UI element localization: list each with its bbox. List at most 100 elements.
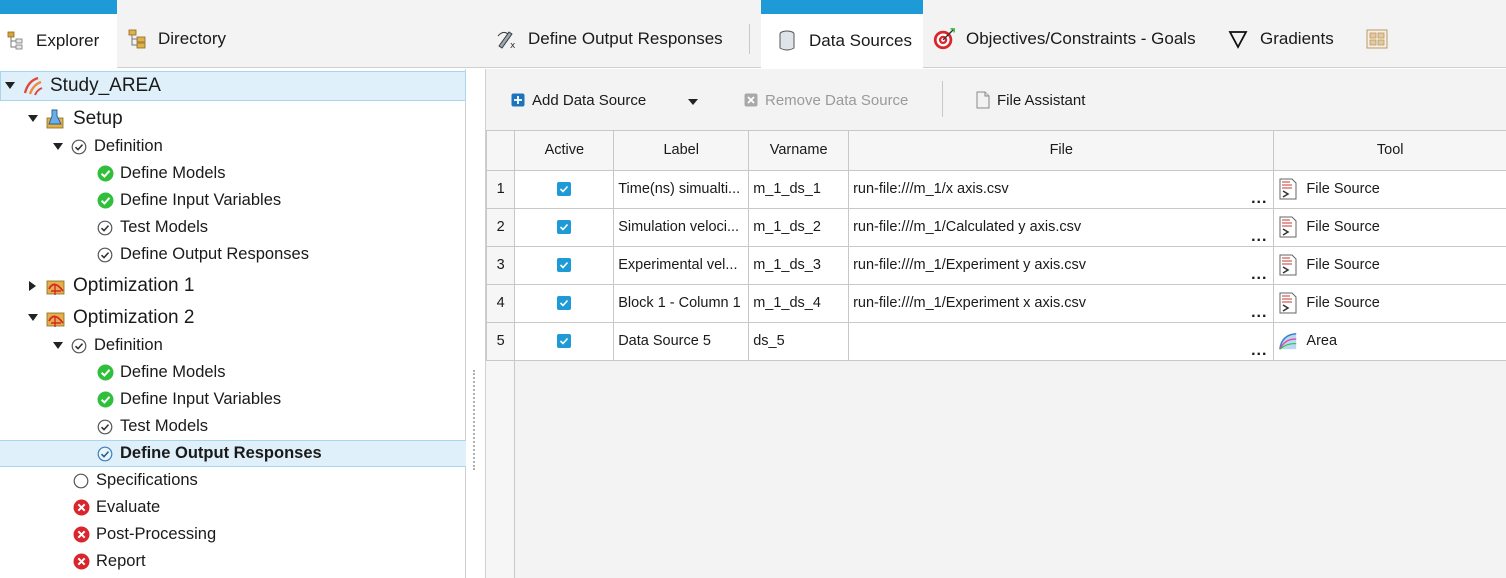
directory-icon: [128, 29, 148, 49]
expanded-triangle-icon[interactable]: [4, 80, 16, 92]
label-cell[interactable]: Time(ns) simualti...: [613, 170, 750, 209]
file-cell[interactable]: run-file:///m_1/Experiment y axis.csv...: [848, 246, 1275, 285]
panel-splitter-handle[interactable]: [473, 370, 477, 470]
tab-data-sources[interactable]: Data Sources: [761, 10, 923, 68]
tree-opt2-evaluate[interactable]: Evaluate: [0, 494, 466, 521]
varname-cell[interactable]: m_1_ds_3: [748, 246, 850, 285]
tree-optimization-2[interactable]: Optimization 2: [0, 303, 466, 333]
tree-setup-define-output-responses[interactable]: Define Output Responses: [0, 241, 466, 268]
tab-layout[interactable]: [1366, 10, 1396, 68]
browse-file-button[interactable]: ...: [1251, 266, 1267, 282]
expanded-triangle-icon[interactable]: [52, 141, 64, 153]
table-row[interactable]: 3 Experimental vel... m_1_ds_3 run-file:…: [487, 246, 1506, 285]
active-checkbox[interactable]: [557, 258, 572, 273]
add-data-source-button[interactable]: Add Data Source: [510, 89, 646, 111]
tree-setup-define-input-variables[interactable]: Define Input Variables: [0, 187, 466, 214]
data-sources-table: Active Label Varname File Tool 1 Time(ns…: [487, 131, 1506, 361]
add-data-source-dropdown[interactable]: [688, 89, 698, 111]
active-checkbox[interactable]: [557, 220, 572, 235]
column-header-varname[interactable]: Varname: [748, 131, 850, 171]
green-check-icon: [96, 165, 114, 183]
remove-data-source-button[interactable]: Remove Data Source: [743, 89, 908, 111]
red-error-icon: [72, 499, 90, 517]
table-row[interactable]: 4 Block 1 - Column 1 m_1_ds_4 run-file:/…: [487, 284, 1506, 323]
tree-opt2-definition[interactable]: Definition: [0, 332, 466, 359]
browse-file-button[interactable]: ...: [1251, 228, 1267, 244]
column-header-label[interactable]: Label: [613, 131, 750, 171]
row-number[interactable]: 4: [487, 284, 516, 323]
varname-cell[interactable]: m_1_ds_2: [748, 208, 850, 247]
table-row[interactable]: 1 Time(ns) simualti... m_1_ds_1 run-file…: [487, 170, 1506, 209]
row-number[interactable]: 2: [487, 208, 516, 247]
active-checkbox-cell[interactable]: [514, 284, 615, 323]
table-row[interactable]: 2 Simulation veloci... m_1_ds_2 run-file…: [487, 208, 1506, 247]
label-cell[interactable]: Simulation veloci...: [613, 208, 750, 247]
tree-setup-definition[interactable]: Definition: [0, 133, 466, 160]
tree-opt2-report[interactable]: Report: [0, 548, 466, 575]
tree-opt2-define-output-responses[interactable]: Define Output Responses: [0, 440, 466, 467]
column-header-active[interactable]: Active: [514, 131, 615, 171]
expanded-triangle-icon[interactable]: [27, 113, 39, 125]
tab-explorer[interactable]: Explorer: [0, 10, 117, 68]
file-cell[interactable]: run-file:///m_1/Calculated y axis.csv...: [848, 208, 1275, 247]
tree-optimization-1-label: Optimization 1: [73, 275, 195, 296]
data-sources-panel: Add Data Source Remove Data Source File …: [485, 69, 1506, 578]
tab-gradients[interactable]: Gradients: [1226, 10, 1346, 68]
tool-cell[interactable]: File Source: [1273, 284, 1506, 323]
expanded-triangle-icon[interactable]: [27, 312, 39, 324]
tool-cell[interactable]: File Source: [1273, 208, 1506, 247]
file-cell[interactable]: run-file:///m_1/x axis.csv...: [848, 170, 1275, 209]
tree-setup-define-models[interactable]: Define Models: [0, 160, 466, 187]
file-cell[interactable]: run-file:///m_1/Experiment x axis.csv...: [848, 284, 1275, 323]
empty-circle-icon: [72, 472, 90, 490]
tree-setup-test-models[interactable]: Test Models: [0, 214, 466, 241]
column-header-tool[interactable]: Tool: [1273, 131, 1506, 171]
row-number[interactable]: 5: [487, 322, 516, 361]
file-assistant-button[interactable]: File Assistant: [975, 89, 1085, 111]
collapsed-triangle-icon[interactable]: [27, 280, 39, 292]
tree-root-study[interactable]: Study_AREA: [0, 71, 466, 101]
active-checkbox-cell[interactable]: [514, 208, 615, 247]
file-cell[interactable]: ...: [848, 322, 1275, 361]
varname-cell[interactable]: m_1_ds_1: [748, 170, 850, 209]
green-check-icon: [96, 192, 114, 210]
active-checkbox[interactable]: [557, 182, 572, 197]
browse-file-button[interactable]: ...: [1251, 304, 1267, 320]
table-row[interactable]: 5 Data Source 5 ds_5 ... Area: [487, 322, 1506, 361]
tree-opt2-specifications[interactable]: Specifications: [0, 467, 466, 494]
tree-setup[interactable]: Setup: [0, 104, 466, 134]
label-cell[interactable]: Data Source 5: [613, 322, 750, 361]
active-checkbox[interactable]: [557, 296, 572, 311]
tool-cell[interactable]: File Source: [1273, 170, 1506, 209]
varname-cell[interactable]: ds_5: [748, 322, 850, 361]
tree-opt2-define-input-variables[interactable]: Define Input Variables: [0, 386, 466, 413]
active-checkbox-cell[interactable]: [514, 246, 615, 285]
add-data-source-label: Add Data Source: [532, 91, 647, 109]
tree-opt2-define-models[interactable]: Define Models: [0, 359, 466, 386]
tree-optimization-1[interactable]: Optimization 1: [0, 271, 466, 301]
tree-opt2-test-models[interactable]: Test Models: [0, 413, 466, 440]
tool-cell[interactable]: File Source: [1273, 246, 1506, 285]
tool-cell[interactable]: Area: [1273, 322, 1506, 361]
active-checkbox-cell[interactable]: [514, 322, 615, 361]
remove-icon: [743, 92, 759, 108]
active-checkbox[interactable]: [557, 334, 572, 349]
browse-file-button[interactable]: ...: [1251, 190, 1267, 206]
tab-directory[interactable]: Directory: [128, 10, 258, 68]
tab-define-output-responses[interactable]: x Define Output Responses: [494, 10, 754, 68]
active-checkbox-cell[interactable]: [514, 170, 615, 209]
browse-file-button[interactable]: ...: [1251, 342, 1267, 358]
tree-item-label: Evaluate: [96, 498, 161, 516]
setup-flask-icon: [45, 108, 67, 130]
area-icon: [1278, 330, 1298, 352]
label-cell[interactable]: Block 1 - Column 1: [613, 284, 750, 323]
expanded-triangle-icon[interactable]: [52, 340, 64, 352]
varname-cell[interactable]: m_1_ds_4: [748, 284, 850, 323]
tree-item-label: Specifications: [96, 471, 198, 489]
label-cell[interactable]: Experimental vel...: [613, 246, 750, 285]
row-number[interactable]: 1: [487, 170, 516, 209]
tree-opt2-post-processing[interactable]: Post-Processing: [0, 521, 466, 548]
row-number[interactable]: 3: [487, 246, 516, 285]
tab-objectives-constraints-goals[interactable]: Objectives/Constraints - Goals: [932, 10, 1212, 68]
column-header-file[interactable]: File: [848, 131, 1275, 171]
